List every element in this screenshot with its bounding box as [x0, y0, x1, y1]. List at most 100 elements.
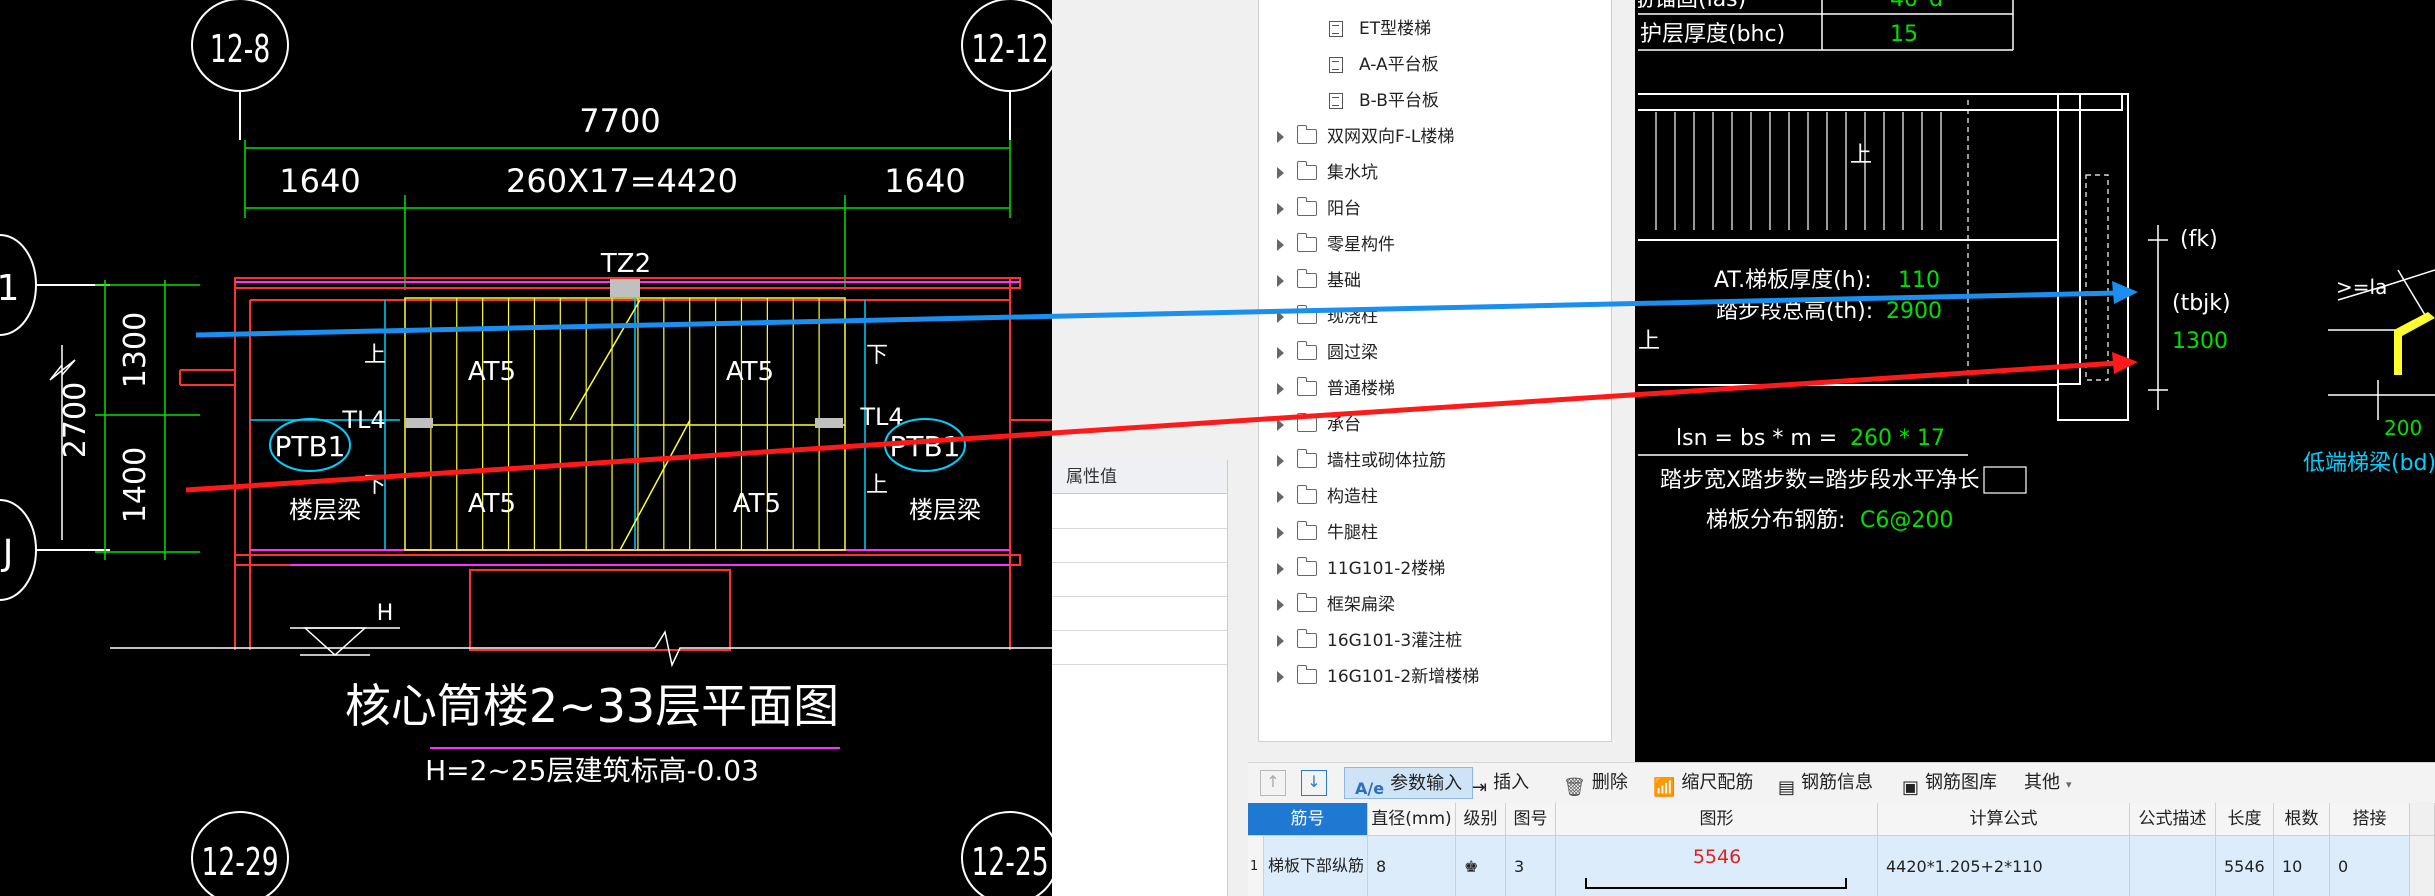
tree-item[interactable]: 框架扁梁 [1259, 589, 1611, 621]
chevron-right-icon[interactable] [1277, 527, 1284, 539]
component-tree[interactable]: ET型楼梯 A-A平台板 B-B平台板 双网双向F-L楼梯 集水坑阳台零星构件基础现浇柱… [1258, 0, 1612, 742]
grid-scrollbar-top[interactable] [2410, 803, 2435, 836]
chevron-right-icon[interactable] [1277, 131, 1284, 143]
folder-icon [1296, 125, 1317, 144]
property-row[interactable] [1052, 596, 1227, 597]
chevron-right-icon[interactable] [1277, 383, 1284, 395]
tree-item[interactable]: 承台 [1259, 409, 1611, 441]
tree-item-label: 框架扁梁 [1327, 595, 1395, 615]
folder-icon [1296, 413, 1317, 432]
chevron-right-icon[interactable] [1277, 347, 1284, 359]
tree-item[interactable]: A-A平台板 [1259, 49, 1611, 81]
chevron-right-icon[interactable] [1277, 671, 1284, 683]
tree-item-label: 基础 [1327, 271, 1361, 291]
dim-left: 1640 [279, 162, 360, 200]
tree-item[interactable]: 双网双向F-L楼梯 [1259, 121, 1611, 153]
scale-rebar-label: 缩尺配筋 [1681, 772, 1754, 793]
tree-item[interactable]: 构造柱 [1259, 481, 1611, 513]
cad-plan-view[interactable]: 12-8 12-12 12-29 12-25 1 J 7700 1640 260… [0, 0, 1052, 896]
chevron-right-icon[interactable] [1277, 203, 1284, 215]
tree-item[interactable]: 16G101-3灌注桩 [1259, 625, 1611, 657]
tree-item[interactable]: 普通楼梯 [1259, 373, 1611, 405]
flight-label-3: AT5 [468, 489, 516, 519]
tree-item[interactable]: 集水坑 [1259, 157, 1611, 189]
col-header-fig-no[interactable]: 图号 [1506, 803, 1556, 836]
chevron-right-icon[interactable] [1277, 419, 1284, 431]
col-header-diameter[interactable]: 直径(mm) [1368, 803, 1456, 836]
folder-icon [1296, 593, 1317, 612]
lsn-label: lsn = bs * m = [1676, 426, 1837, 451]
property-row[interactable] [1052, 562, 1227, 563]
floor-beam-label-left: 楼层梁 [289, 496, 361, 524]
property-row[interactable] [1052, 664, 1227, 665]
platform-tag-right: PTB1 [889, 430, 960, 463]
other-menu-button[interactable]: 其他 ▾ [2024, 767, 2072, 799]
chevron-right-icon[interactable] [1277, 311, 1284, 323]
tree-item[interactable]: 16G101-2新增楼梯 [1259, 661, 1611, 693]
cell-count[interactable]: 10 [2274, 836, 2330, 896]
tree-item[interactable]: 现浇柱 [1259, 301, 1611, 333]
cell-formula[interactable]: 4420*1.205+2*110 [1878, 836, 2130, 896]
tree-item[interactable]: 牛腿柱 [1259, 517, 1611, 549]
tree-item[interactable]: ET型楼梯 [1259, 13, 1611, 45]
cell-bar-name[interactable]: 梯板下部纵筋 [1264, 836, 1368, 896]
tree-item-label: 构造柱 [1327, 487, 1378, 507]
chevron-right-icon[interactable] [1277, 275, 1284, 287]
cell-lap[interactable]: 0 [2330, 836, 2410, 896]
delete-button[interactable]: 🗑 删除 [1563, 767, 1628, 799]
tbjk-label: (tbjk) [2172, 291, 2231, 316]
cell-diameter[interactable]: 8 [1368, 836, 1456, 896]
info-list-icon: ▤ [1778, 777, 1796, 798]
move-up-button[interactable]: ↑ [1260, 770, 1286, 796]
tree-item[interactable]: 11G101-2楼梯 [1259, 553, 1611, 585]
chevron-right-icon[interactable] [1277, 599, 1284, 611]
chevron-right-icon[interactable] [1277, 635, 1284, 647]
parametric-diagram[interactable]: 筋锚固(las) 40*d 护层厚度(bhc) 15 上 上 AT.梯板厚度(h… [1638, 0, 2435, 742]
chevron-right-icon[interactable] [1277, 491, 1284, 503]
tree-item-label: 圆过梁 [1327, 343, 1378, 363]
rebar-library-button[interactable]: ▣ 钢筋图库 [1902, 767, 1997, 799]
insert-button[interactable]: ⇥ 插入 [1472, 767, 1529, 799]
property-row[interactable] [1052, 630, 1227, 631]
plan-subtitle: H=2~25层建筑标高-0.03 [425, 754, 759, 787]
grid-scrollbar[interactable] [2410, 836, 2435, 896]
col-header-formula-desc[interactable]: 公式描述 [2130, 803, 2216, 836]
col-header-formula[interactable]: 计算公式 [1878, 803, 2130, 836]
cell-shape[interactable]: 5546 [1556, 836, 1878, 896]
tree-item[interactable]: 圆过梁 [1259, 337, 1611, 369]
cell-length[interactable]: 5546 [2216, 836, 2274, 896]
col-header-bar-no[interactable]: 筋号 [1248, 803, 1368, 836]
cell-formula-desc[interactable] [2130, 836, 2216, 896]
rebar-info-button[interactable]: ▤ 钢筋信息 [1778, 767, 1873, 799]
chevron-right-icon[interactable] [1277, 239, 1284, 251]
delete-label: 删除 [1591, 772, 1628, 793]
col-header-count[interactable]: 根数 [2274, 803, 2330, 836]
flight-label-4: AT5 [733, 489, 781, 519]
tree-item[interactable]: 零星构件 [1259, 229, 1611, 261]
col-header-shape[interactable]: 图形 [1556, 803, 1878, 836]
grid-bubble-12-12: 12-12 [971, 27, 1048, 71]
folder-icon [1296, 665, 1317, 684]
tbjk-value: 1300 [2172, 329, 2228, 354]
scale-rebar-button[interactable]: 📶 缩尺配筋 [1653, 767, 1753, 799]
col-header-lap[interactable]: 搭接 [2330, 803, 2410, 836]
tree-item[interactable]: 基础 [1259, 265, 1611, 297]
move-down-button[interactable]: ↓ [1301, 770, 1327, 796]
col-header-length[interactable]: 长度 [2216, 803, 2274, 836]
tree-item[interactable]: 阳台 [1259, 193, 1611, 225]
chevron-right-icon[interactable] [1277, 167, 1284, 179]
chevron-right-icon[interactable] [1277, 563, 1284, 575]
param-input-button[interactable]: A/e 参数输入 [1344, 767, 1474, 799]
other-label: 其他 [2024, 772, 2060, 793]
cell-fig-no[interactable]: 3 [1506, 836, 1556, 896]
tree-item[interactable]: 墙柱或砌体拉筋 [1259, 445, 1611, 477]
tree-item[interactable]: B-B平台板 [1259, 85, 1611, 117]
grid-bubble-12-25: 12-25 [971, 840, 1048, 884]
property-row[interactable] [1052, 528, 1227, 529]
document-icon [1329, 93, 1343, 109]
grid-bubble-1: 1 [0, 268, 19, 309]
cell-grade[interactable]: ♚ [1456, 836, 1506, 896]
col-header-grade[interactable]: 级别 [1456, 803, 1506, 836]
plan-title: 核心筒楼2~33层平面图 [345, 679, 839, 733]
chevron-right-icon[interactable] [1277, 455, 1284, 467]
